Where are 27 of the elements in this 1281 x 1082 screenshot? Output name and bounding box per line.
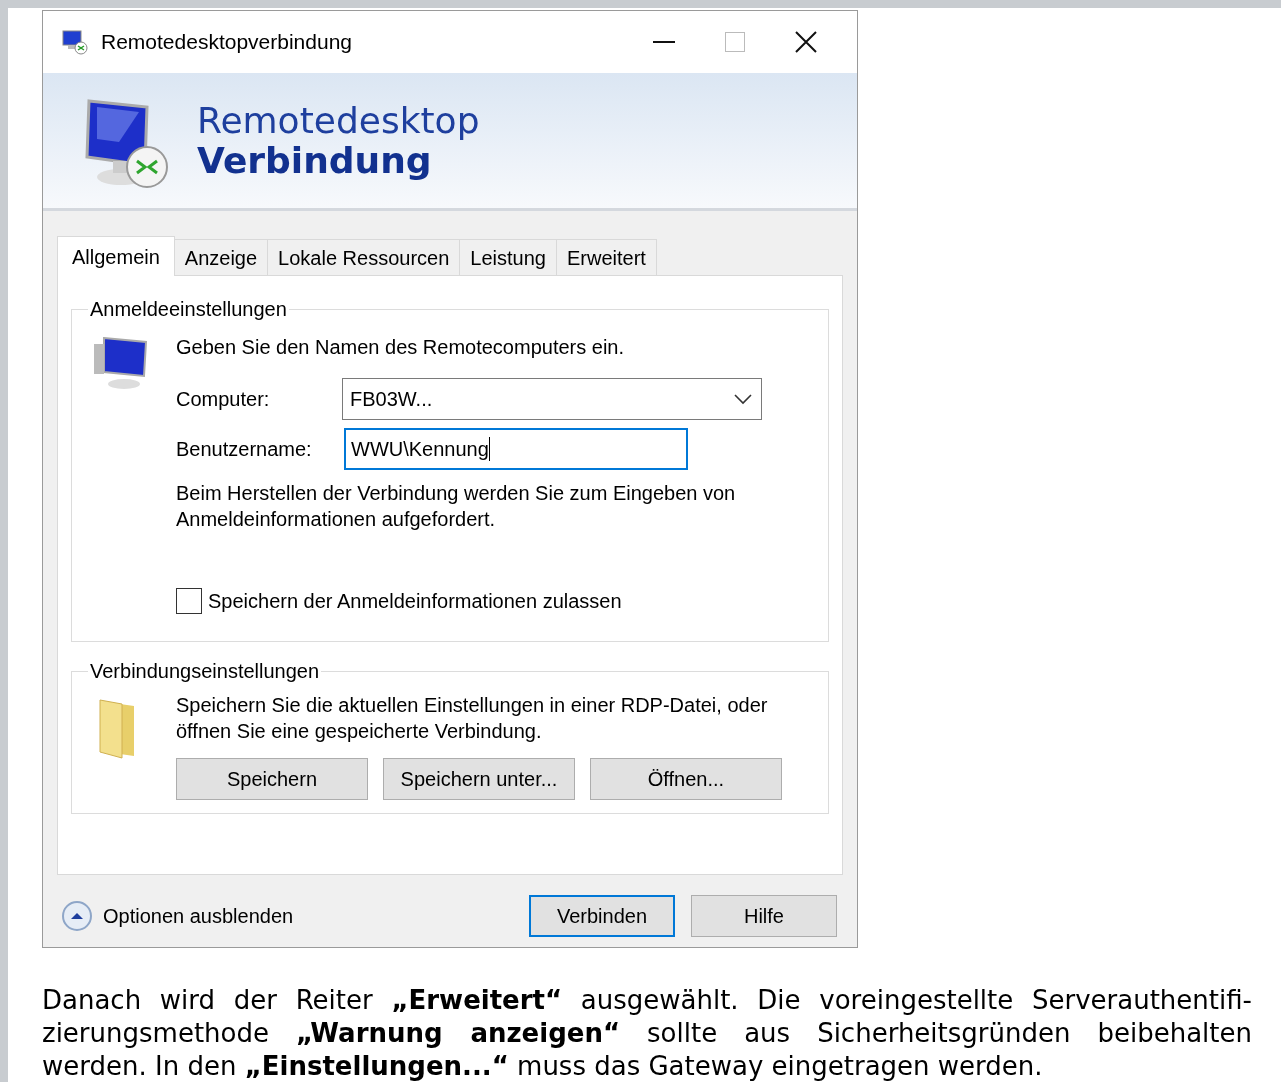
tab[interactable]: Allgemein: [57, 236, 175, 276]
banner-subtitle: Verbindung: [197, 140, 432, 181]
field-label: Computer:: [176, 387, 271, 412]
file-button[interactable]: Öffnen...: [590, 758, 782, 800]
caption-paragraph: Danach wird der Reiter „Erweitert“ ausgewählt. Die voreingestellte Serverauthentifi-zierungsmethode „Warnung anzeigen“ sollte aus Sicherheitsgründen beibehalten werden. In den „Einstellungen...“ muss das Gateway eingetragen werden.: [42, 984, 1252, 1082]
group-title: Anmeldeeinstellungen: [89, 297, 288, 322]
username-field[interactable]: WWU\Kennung: [344, 428, 688, 470]
options-toggle[interactable]: Optionen ausblenden: [103, 901, 294, 931]
info-text: Speichern Sie die aktuellen Einstellungen in einer RDP-Datei, oder öffnen Sie eine gespeicherte Verbindung.: [176, 693, 769, 744]
instruction-text: Geben Sie den Namen des Remotecomputers ein.: [176, 335, 626, 360]
dialog-button[interactable]: Hilfe: [691, 895, 837, 937]
close-icon[interactable]: [795, 31, 817, 53]
banner-title: Remotedesktop: [197, 100, 480, 141]
checkbox[interactable]: [176, 588, 202, 614]
group-title: Verbindungseinstellungen: [89, 659, 321, 684]
checkbox-label[interactable]: Speichern der Anmeldeinformationen zulassen: [208, 586, 622, 616]
chevron-down-icon: [734, 393, 752, 405]
file-button[interactable]: Speichern unter...: [383, 758, 575, 800]
window-title: Remotedesktopverbindung: [101, 29, 352, 56]
collapse-icon[interactable]: [61, 900, 93, 932]
tab[interactable]: Erweitert: [555, 239, 657, 275]
app-icon: [61, 29, 89, 55]
computer-dropdown[interactable]: FB03W...: [342, 378, 762, 420]
field-label: Benutzername:: [176, 437, 313, 462]
dialog-button[interactable]: Verbinden: [529, 895, 675, 937]
info-text: Beim Herstellen der Verbindung werden Sie zum Eingeben von Anmeldeinformationen aufgefordert.: [176, 481, 737, 532]
file-button[interactable]: Speichern: [176, 758, 368, 800]
